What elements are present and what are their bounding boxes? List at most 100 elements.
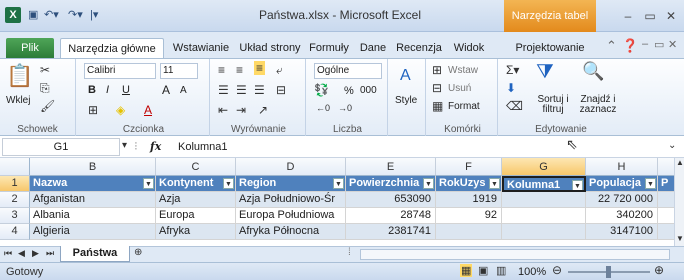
merge-center-icon[interactable]: ⊟ (276, 83, 286, 97)
excel-app-icon[interactable]: X (5, 7, 21, 23)
scroll-up-icon[interactable]: ▲ (675, 158, 684, 167)
restore-icon[interactable]: ▭ (640, 8, 660, 24)
zoom-slider-thumb[interactable] (606, 266, 611, 278)
format-painter-icon[interactable]: 🖌 (40, 99, 55, 113)
formula-input[interactable]: Kolumna1 (178, 139, 228, 155)
table-cell[interactable]: Afganistan (30, 192, 156, 208)
table-header-cell[interactable]: Powierzchnia ▼ (346, 176, 436, 192)
filter-dropdown-icon[interactable]: ▼ (333, 178, 344, 189)
next-sheet-icon[interactable]: ▶ (32, 248, 39, 259)
delete-cells-button[interactable]: Usuń (448, 83, 471, 94)
styles-button[interactable]: Style (395, 95, 417, 106)
zoom-in-icon[interactable]: ⊕ (654, 263, 664, 277)
align-bottom-icon[interactable]: ≡ (254, 61, 266, 75)
filter-dropdown-icon[interactable]: ▼ (572, 180, 583, 190)
name-box[interactable]: G1 (2, 138, 120, 156)
underline-button[interactable]: U (122, 84, 130, 96)
table-header-cell[interactable]: Nazwa ▼ (30, 176, 156, 192)
decrease-decimal-icon[interactable]: →0 (338, 103, 352, 113)
table-cell[interactable]: Afryka (156, 224, 236, 240)
find-select-icon[interactable]: 🔍 (582, 61, 604, 82)
column-header-c[interactable]: C (156, 158, 236, 176)
align-left-icon[interactable]: ☰ (218, 83, 229, 97)
table-header-cell[interactable]: Kontynent ▼ (156, 176, 236, 192)
fill-color-icon[interactable]: ◈ (116, 103, 125, 117)
sort-filter-button[interactable]: Sortuj i filtruj (530, 95, 576, 115)
close-icon[interactable]: ✕ (661, 8, 681, 24)
column-header-f[interactable]: F (436, 158, 502, 176)
bold-button[interactable]: B (88, 84, 96, 96)
minimize-ribbon-icon[interactable]: ⌃ (606, 38, 617, 54)
table-cell[interactable]: 28748 (346, 208, 436, 224)
horizontal-scrollbar[interactable] (360, 249, 670, 260)
doc-restore-icon[interactable]: ▭ (654, 38, 664, 51)
row-header[interactable]: 4 (0, 224, 30, 240)
increase-indent-icon[interactable]: ⇥ (236, 103, 246, 117)
table-cell[interactable] (436, 224, 502, 240)
wrap-text-icon[interactable]: ⤶ (276, 63, 283, 78)
decrease-indent-icon[interactable]: ⇤ (218, 103, 228, 117)
scroll-down-icon[interactable]: ▼ (675, 234, 684, 243)
table-cell[interactable]: 653090 (346, 192, 436, 208)
tab-formulas[interactable]: Formuły (306, 38, 352, 59)
table-cell[interactable]: Azja Południowo-Śr (236, 192, 346, 208)
customize-qat-icon[interactable]: |▾ (90, 8, 98, 22)
number-format-combo[interactable]: Ogólne (314, 63, 382, 79)
fill-icon[interactable]: ⬇ (506, 81, 516, 95)
table-cell[interactable]: Albania (30, 208, 156, 224)
percent-button[interactable]: % (344, 85, 354, 97)
filter-dropdown-icon[interactable]: ▼ (223, 178, 234, 189)
name-box-dropdown-icon[interactable]: ▾ (122, 140, 127, 151)
vertical-scrollbar[interactable]: ▲ ▼ (674, 158, 684, 246)
table-header-cell[interactable]: Region ▼ (236, 176, 346, 192)
increase-decimal-icon[interactable]: ←0 (316, 103, 330, 113)
center-icon[interactable]: ☰ (236, 83, 247, 97)
font-name-combo[interactable]: Calibri (84, 63, 156, 79)
italic-button[interactable]: I (106, 84, 109, 96)
page-break-view-icon[interactable]: ▥ (496, 264, 506, 277)
table-cell[interactable] (658, 208, 674, 224)
save-icon[interactable]: ▣ (28, 8, 38, 22)
font-size-combo[interactable]: 11 (160, 63, 198, 79)
insert-cells-icon[interactable]: ⊞ (432, 63, 442, 77)
table-header-cell-partial[interactable]: P (658, 176, 674, 192)
paste-label[interactable]: Wklej (6, 95, 30, 106)
column-header-next[interactable] (658, 158, 674, 176)
column-header-e[interactable]: E (346, 158, 436, 176)
row-header[interactable]: 1 (0, 176, 30, 192)
shrink-font-button[interactable]: A (180, 85, 187, 96)
filter-dropdown-icon[interactable]: ▼ (645, 178, 656, 189)
redo-icon[interactable]: ↷▾ (68, 8, 83, 22)
filter-dropdown-icon[interactable]: ▼ (143, 178, 154, 189)
tab-review[interactable]: Recenzja (394, 38, 444, 59)
column-header-d[interactable]: D (236, 158, 346, 176)
expand-formula-bar-icon[interactable]: ⌄ (668, 140, 676, 151)
copy-icon[interactable]: ⎘ (40, 81, 50, 96)
undo-icon[interactable]: ↶▾ (44, 8, 59, 22)
align-top-icon[interactable]: ≡ (218, 63, 225, 77)
split-handle-icon[interactable]: ⁞ (348, 247, 351, 258)
column-header-b[interactable]: B (30, 158, 156, 176)
table-header-cell-selected[interactable]: Kolumna1 ▼ (502, 176, 586, 192)
grow-font-button[interactable]: A (162, 83, 170, 97)
table-cell[interactable]: 1919 (436, 192, 502, 208)
orientation-icon[interactable]: ↗ (258, 103, 268, 117)
format-cells-icon[interactable]: ▦ (432, 99, 443, 113)
insert-sheet-icon[interactable]: ⊕ (134, 247, 142, 258)
format-cells-button[interactable]: Format (448, 101, 480, 112)
table-header-cell[interactable]: Populacja ▼ (586, 176, 658, 192)
insert-cells-button[interactable]: Wstaw (448, 65, 478, 76)
table-header-cell[interactable]: RokUzys ▼ (436, 176, 502, 192)
paste-icon[interactable]: 📋 (6, 63, 33, 89)
autosum-icon[interactable]: Σ▾ (506, 63, 519, 77)
last-sheet-icon[interactable]: ⏭ (46, 248, 54, 259)
page-layout-view-icon[interactable]: ▣ (478, 264, 488, 277)
table-cell[interactable]: 340200 (586, 208, 658, 224)
filter-dropdown-icon[interactable]: ▼ (489, 178, 500, 189)
delete-cells-icon[interactable]: ⊟ (432, 81, 442, 95)
table-cell[interactable] (658, 192, 674, 208)
table-cell[interactable]: 3147100 (586, 224, 658, 240)
tab-design[interactable]: Projektowanie (504, 38, 596, 59)
first-sheet-icon[interactable]: ⏮ (4, 248, 12, 259)
doc-close-icon[interactable]: ✕ (668, 38, 677, 51)
